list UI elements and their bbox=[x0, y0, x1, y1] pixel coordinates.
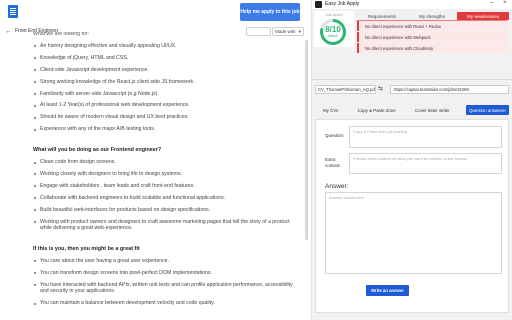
fit-heading: If this is you, then you might be a grea… bbox=[33, 246, 140, 253]
job-score-label: Job score bbox=[325, 12, 343, 17]
extension-logo bbox=[315, 1, 322, 8]
list-item: Clean code from design screens. bbox=[33, 159, 295, 166]
list-item: Experience with any of the major A/B tes… bbox=[33, 126, 295, 133]
section-divider bbox=[312, 79, 512, 80]
extension-panel: Easy Job Apply – × Job score 8/10 Match … bbox=[312, 0, 512, 320]
cv-select[interactable]: CV_ThomasPShulman_AQ.pdf ▾ bbox=[315, 85, 376, 94]
job-page-header: Help me apply to this job bbox=[0, 0, 310, 24]
list-item: Engage with stakeholders , team leads an… bbox=[33, 183, 295, 190]
tab-my-cvs[interactable]: My CVs bbox=[320, 105, 341, 115]
help-apply-button[interactable]: Help me apply to this job bbox=[240, 3, 300, 21]
analysis-tabs: Requirements My strengths My weaknesses bbox=[357, 12, 512, 20]
tab-weaknesses[interactable]: My weaknesses bbox=[457, 12, 509, 20]
weakness-item: No direct experience with React + Redux bbox=[357, 21, 509, 31]
chevron-down-icon: ▾ bbox=[298, 28, 301, 34]
match-label: Match bbox=[328, 34, 338, 38]
weakness-list: No direct experience with React + Redux … bbox=[357, 21, 509, 54]
list-item: Build beautiful web-interfaces for produ… bbox=[33, 207, 295, 214]
tab-cover-letter-writer[interactable]: Cover letter writer bbox=[412, 105, 453, 115]
fit-list: You care about the user having a great u… bbox=[33, 258, 295, 307]
tab-copy-paste-zone[interactable]: Copy & Paste Zone bbox=[355, 105, 399, 115]
list-item: You can maintain a balance between devel… bbox=[33, 300, 295, 307]
write-answer-button[interactable]: Write an answer bbox=[366, 285, 409, 296]
tab-question-answerer[interactable]: Question answerer bbox=[466, 105, 509, 115]
extension-titlebar: Easy Job Apply – × bbox=[312, 0, 512, 9]
job-description: What we are looking for: An history desi… bbox=[33, 32, 295, 312]
extra-context-label: Extra context: bbox=[325, 157, 341, 168]
close-icon[interactable]: × bbox=[503, 0, 507, 6]
answer-output[interactable]: Answer shows here bbox=[325, 192, 502, 274]
list-item: Should be aware of modern visual design … bbox=[33, 114, 295, 121]
question-label: Question: bbox=[325, 133, 345, 138]
list-item: You have interacted with backend APIs, w… bbox=[33, 282, 295, 295]
doing-list: Clean code from design screens. Working … bbox=[33, 159, 295, 232]
tab-requirements[interactable]: Requirements bbox=[357, 12, 407, 20]
list-item: Strong working knowledge of the React.js… bbox=[33, 79, 295, 86]
minimize-icon[interactable]: – bbox=[490, 0, 493, 6]
job-url-field[interactable]: https://capital.teamtailor.com/jobs/1525… bbox=[390, 85, 509, 94]
requirements-heading: What we are looking for: bbox=[33, 32, 89, 37]
list-item: Familiarity with server-side Javascript … bbox=[33, 91, 295, 98]
requirements-list: An history designing effective and visua… bbox=[33, 43, 295, 133]
cv-select-value: CV_ThomasPShulman_AQ.pdf bbox=[318, 87, 376, 92]
list-item: Working closely with designers to bring … bbox=[33, 171, 295, 178]
list-item: At least 1-2 Year(s) of professional web… bbox=[33, 102, 295, 109]
answer-label: Answer: bbox=[325, 183, 349, 190]
list-item: You can transform design screens into pi… bbox=[33, 270, 295, 277]
tab-strengths[interactable]: My strengths bbox=[407, 12, 457, 20]
swap-arrows-icon[interactable]: ⇆ bbox=[378, 85, 383, 92]
doing-heading: What will you be doing as our Frontend e… bbox=[33, 147, 162, 154]
job-score-card: Job score 8/10 Match bbox=[314, 11, 354, 47]
job-page: Help me apply to this job ← Front End En… bbox=[0, 0, 310, 320]
page-scrollbar[interactable] bbox=[305, 40, 308, 240]
document-icon bbox=[8, 5, 18, 18]
extension-title: Easy Job Apply bbox=[325, 1, 360, 7]
list-item: You care about the user having a great u… bbox=[33, 258, 295, 265]
question-input[interactable]: Copy & Paste from job posting bbox=[349, 126, 502, 148]
back-arrow-icon[interactable]: ← bbox=[5, 28, 12, 35]
mode-tabs: My CVs Copy & Paste Zone Cover letter wr… bbox=[320, 105, 509, 115]
score-value: 8/10 bbox=[325, 25, 341, 34]
list-item: Collaborate with backend engineers to bu… bbox=[33, 195, 295, 202]
weakness-item: No direct experience with Cloudinary bbox=[357, 43, 509, 53]
score-ring: 8/10 Match bbox=[320, 19, 346, 45]
question-answerer-form: Question: Copy & Paste from job posting … bbox=[315, 119, 509, 313]
list-item: Knowledge of jQuery, HTML and CSS. bbox=[33, 55, 295, 62]
list-item: An history designing effective and visua… bbox=[33, 43, 295, 50]
list-item: Working with product owners and designer… bbox=[33, 219, 295, 232]
list-item: Client-side Javascript development exper… bbox=[33, 67, 295, 74]
weakness-item: No direct experience with Webpack bbox=[357, 32, 509, 42]
extra-context-input[interactable]: Provide extra context on what you want t… bbox=[349, 153, 502, 174]
